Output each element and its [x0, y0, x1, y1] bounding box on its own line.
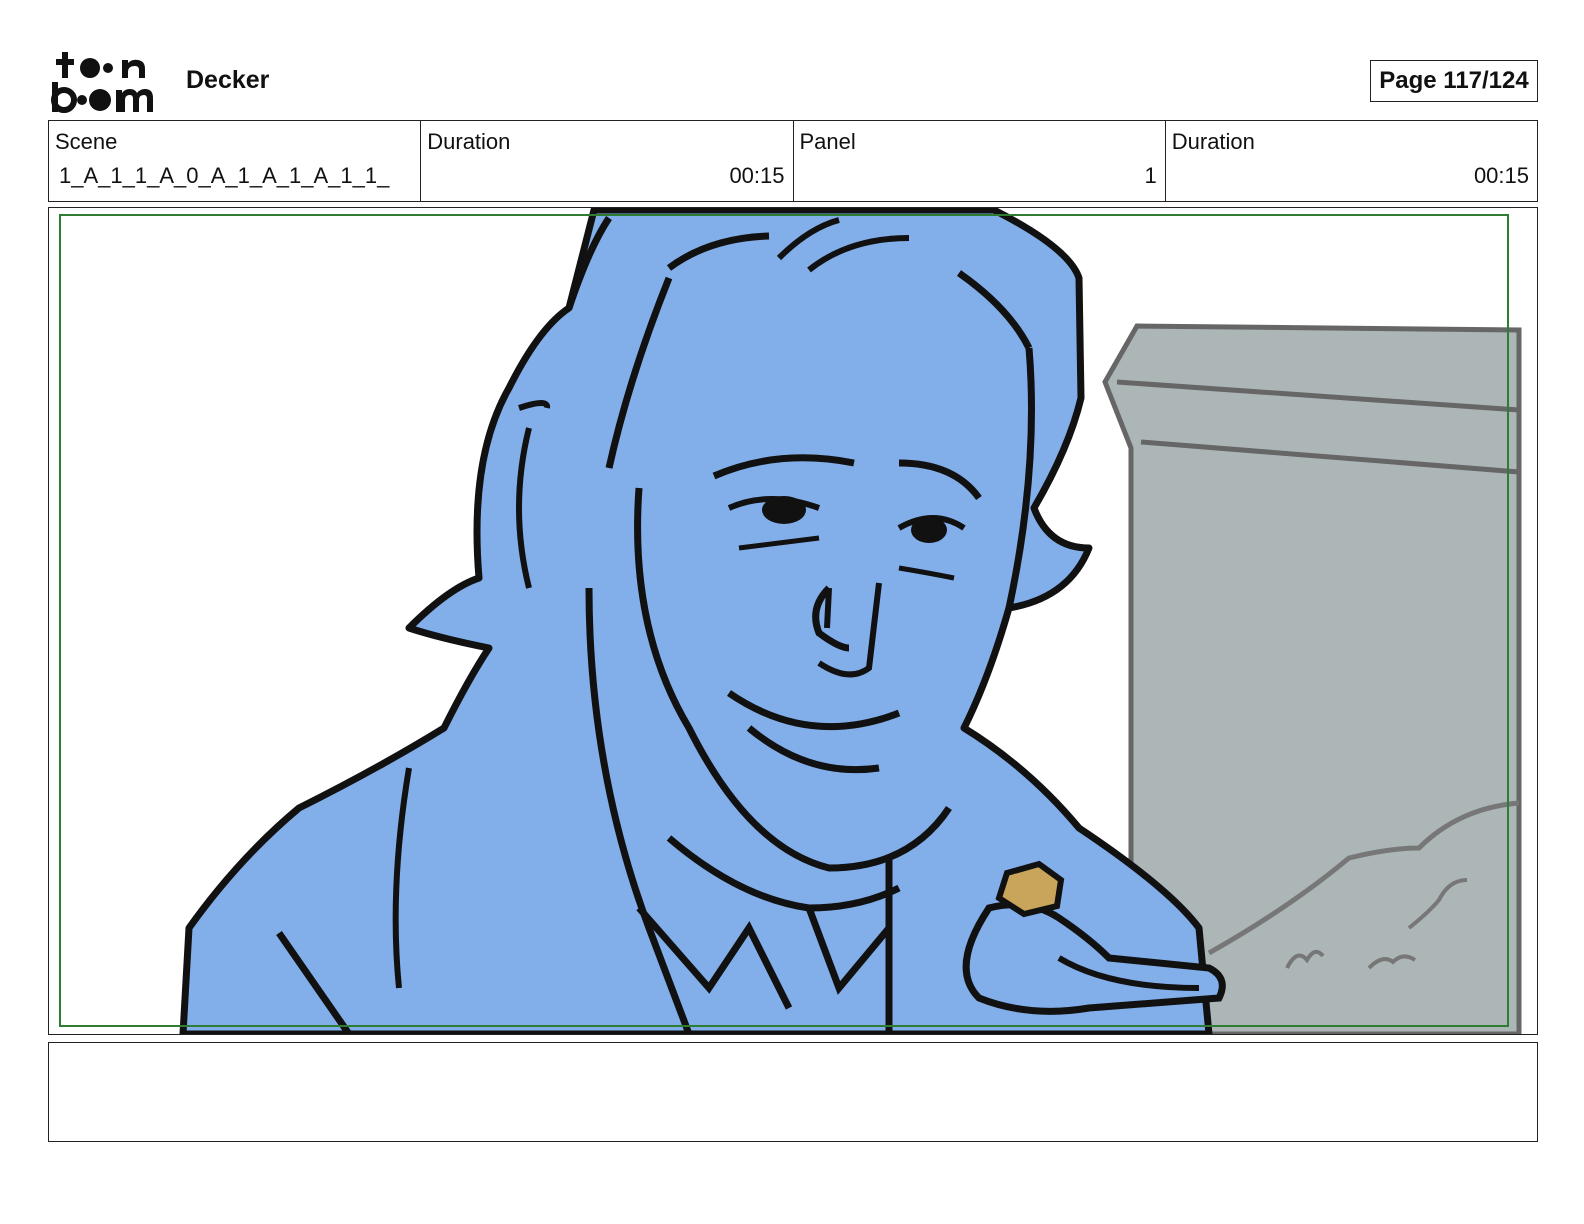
scene-value: 1_A_1_1_A_0_A_1_A_1_A_1_1_	[59, 163, 390, 188]
coin	[995, 860, 1065, 918]
scene-duration-value: 00:15	[729, 163, 785, 188]
panel-notes-box	[48, 1042, 1538, 1142]
scene-duration-label: Duration	[427, 129, 511, 154]
scene-cell: Scene 1_A_1_1_A_0_A_1_A_1_A_1_1_	[49, 121, 422, 201]
storyboard-panel	[48, 207, 1538, 1035]
panel-duration-value: 00:15	[1473, 163, 1529, 188]
panel-label: Panel	[799, 129, 856, 154]
panel-drawing	[59, 208, 1522, 1034]
panel-value: 1	[1144, 163, 1157, 188]
panel-cell: Panel 1	[794, 121, 1166, 201]
panel-info-table: Scene 1_A_1_1_A_0_A_1_A_1_A_1_1_ Duratio…	[48, 120, 1538, 202]
panel-duration-cell: Duration 00:15	[1166, 121, 1537, 201]
figure-silhouette	[179, 208, 1213, 1034]
project-title: Decker	[186, 66, 270, 94]
scene-label: Scene	[55, 129, 118, 154]
panel-duration-label: Duration	[1171, 129, 1255, 154]
toon-boom-logo	[51, 52, 153, 113]
panel-notes-text	[49, 1043, 1537, 1059]
scene-duration-cell: Duration 00:15	[421, 121, 794, 201]
page-indicator: Page 117/124	[1370, 60, 1538, 102]
